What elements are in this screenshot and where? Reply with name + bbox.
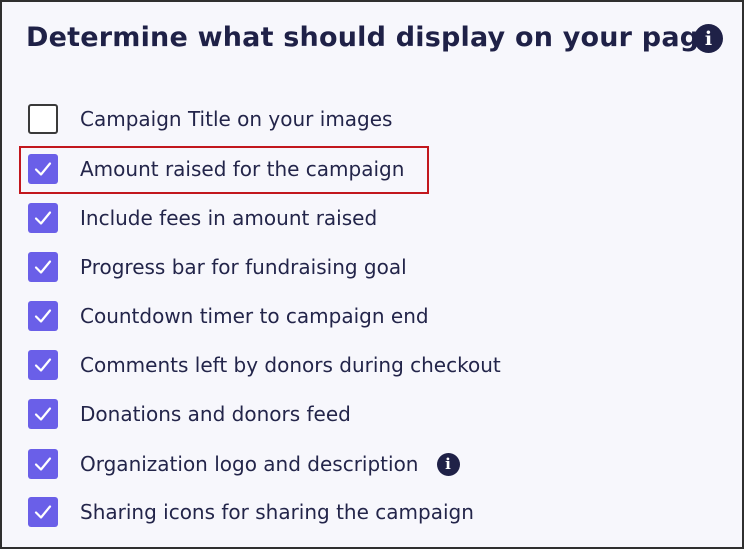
checkmark-icon — [34, 505, 52, 519]
option-label: Organization logo and description — [80, 452, 419, 476]
option-label: Comments left by donors during checkout — [80, 353, 501, 377]
section-heading: Determine what should display on your pa… — [26, 22, 718, 53]
option-include-fees[interactable]: Include fees in amount raised — [28, 202, 377, 234]
option-donations-feed[interactable]: Donations and donors feed — [28, 398, 351, 430]
checkbox-unchecked[interactable] — [28, 104, 58, 134]
checkbox-checked[interactable] — [28, 203, 58, 233]
option-amount-raised[interactable]: Amount raised for the campaign — [28, 153, 404, 185]
checkbox-checked[interactable] — [28, 399, 58, 429]
option-label: Countdown timer to campaign end — [80, 304, 429, 328]
checkmark-icon — [34, 407, 52, 421]
option-label: Progress bar for fundraising goal — [80, 255, 407, 279]
option-label: Donations and donors feed — [80, 402, 351, 426]
option-label: Campaign Title on your images — [80, 107, 393, 131]
option-countdown-timer[interactable]: Countdown timer to campaign end — [28, 300, 429, 332]
checkmark-icon — [34, 162, 52, 176]
checkmark-icon — [34, 211, 52, 225]
option-donor-comments[interactable]: Comments left by donors during checkout — [28, 349, 501, 381]
checkmark-icon — [34, 358, 52, 372]
checkbox-checked[interactable] — [28, 497, 58, 527]
info-icon[interactable]: i — [694, 24, 723, 53]
option-sharing-icons[interactable]: Sharing icons for sharing the campaign — [28, 496, 474, 528]
display-settings-panel: Determine what should display on your pa… — [0, 0, 744, 549]
checkbox-checked[interactable] — [28, 350, 58, 380]
option-progress-bar[interactable]: Progress bar for fundraising goal — [28, 251, 407, 283]
option-organization-logo[interactable]: Organization logo and description i — [28, 448, 460, 480]
option-label: Sharing icons for sharing the campaign — [80, 500, 474, 524]
checkmark-icon — [34, 260, 52, 274]
checkbox-checked[interactable] — [28, 154, 58, 184]
option-label: Include fees in amount raised — [80, 206, 378, 230]
checkmark-icon — [34, 309, 52, 323]
checkbox-checked[interactable] — [28, 301, 58, 331]
info-icon[interactable]: i — [436, 452, 460, 476]
checkbox-checked[interactable] — [28, 252, 58, 282]
option-campaign-title[interactable]: Campaign Title on your images — [28, 103, 392, 135]
option-label: Amount raised for the campaign — [80, 157, 405, 181]
checkmark-icon — [34, 457, 52, 471]
checkbox-checked[interactable] — [28, 449, 58, 479]
